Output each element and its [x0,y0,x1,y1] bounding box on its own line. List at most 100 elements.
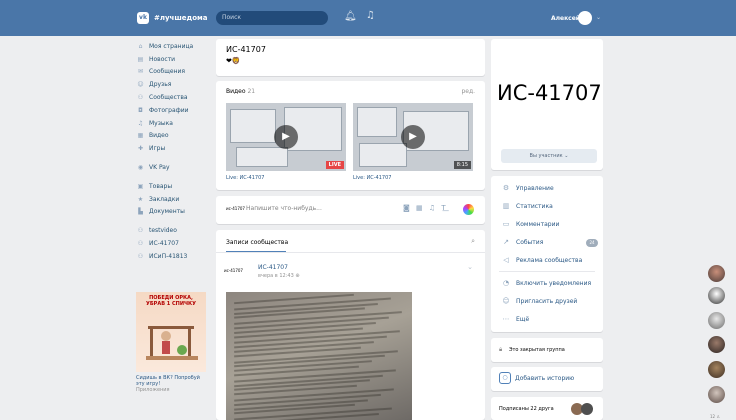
sidebar-item-label: Фотографии [149,106,189,114]
video-thumbnail[interactable]: ▶ LIVE [226,103,346,171]
favorite-avatar[interactable] [708,265,725,282]
group-menu-item[interactable]: ↗ События [501,238,543,246]
video-thumbnail[interactable]: ▶ 8:15 [353,103,473,171]
sidebar-item[interactable]: ⚇ ИСиП-41813 [136,250,216,263]
post-time[interactable]: вчера в 12:43 ⊕ [258,273,300,279]
bell-icon: ◔ [502,279,510,287]
group-menu-item[interactable]: ⋯ Ещё [501,315,530,323]
video-caption[interactable]: Live: ИС-41707 [353,175,391,181]
group-menu-item[interactable]: ▭ Комментарии [501,220,560,228]
ad-caption[interactable]: Сидишь в ВК? Попробуй эту игру! [136,375,206,387]
sidebar-item[interactable]: ⚇ testvideo [136,224,216,237]
member-button[interactable]: Вы участник ⌄ [501,149,597,163]
vk-logo[interactable]: vk [137,12,149,24]
sidebar-item[interactable]: ✉ Сообщения [136,66,216,79]
favorite-avatar[interactable] [708,287,725,304]
duration-badge: 8:15 [453,161,471,169]
add-story-button[interactable]: Добавить историю [515,375,574,382]
post-avatar[interactable]: ис-41707 [224,268,243,273]
ad-block[interactable]: ПОБЕДИ ОРКА, УБРАВ 1 СПИЧКУ Сидишь в ВК?… [136,292,206,393]
profile-avatar[interactable] [578,11,592,25]
post-photo[interactable] [226,292,412,420]
chevron-down-icon[interactable]: ⌄ [467,263,473,271]
subscribers-text[interactable]: Подписаны 22 друга [499,406,554,412]
invite-icon: ☺ [502,297,510,305]
group-icon: ⚇ [137,227,144,235]
sidebar-item[interactable]: ✚ Игры [136,142,216,155]
favorites-count-number: 12 [710,414,716,419]
group-header-card: ИС-41707 ❤🦁 [216,39,485,76]
chevron-down-icon[interactable]: ⌄ [596,14,601,21]
sidebar-item[interactable]: ⌂ Моя страница [136,40,216,53]
megaphone-icon: ◁ [503,256,509,264]
sidebar-item[interactable]: ◘ Фотографии [136,104,216,117]
favorite-avatar[interactable] [708,361,725,378]
sidebar-item-label: Новости [149,55,176,63]
sidebar-item[interactable]: ◉ VK Pay [136,161,216,174]
sidebar-item[interactable]: ▙ Документы [136,206,216,219]
group-menu-item[interactable]: ◔ Включить уведомления [501,279,591,287]
sidebar-item[interactable]: ⚇ ИС-41707 [136,237,216,250]
play-icon[interactable]: ▶ [274,125,298,149]
closed-group-text: Это закрытая группа [509,347,565,353]
group-menu-label: Включить уведомления [516,279,592,287]
sidebar-item-label: Моя страница [149,42,194,50]
search-input[interactable]: Поиск [216,11,328,25]
sidebar-item[interactable]: ▤ Новости [136,53,216,66]
search-icon[interactable]: ⌕ [471,237,475,246]
friend-avatar[interactable] [581,403,593,415]
tab-community-posts[interactable]: Записи сообщества [226,239,288,246]
sidebar-item-label: VK Pay [149,164,170,172]
sidebar-item-label: Друзья [149,81,172,89]
sidebar-item[interactable]: ⚇ Сообщества [136,91,216,104]
sidebar-item-label: Закладки [149,195,180,203]
favorite-avatar[interactable] [708,336,725,353]
hashtag-label[interactable]: #лучшедома [154,14,207,22]
vkpay-icon: ◉ [137,164,144,172]
sidebar-item[interactable]: ☺ Друзья [136,78,216,91]
group-menu-label: Пригласить друзей [516,297,578,305]
compose-card: ис-41707 Напишите что-нибудь... ◙ ▦ ♫ T͟ [216,196,485,224]
sidebar-item[interactable]: ★ Закладки [136,193,216,206]
color-picker-icon[interactable] [463,204,474,215]
ad-image[interactable]: ПОБЕДИ ОРКА, УБРАВ 1 СПИЧКУ [136,292,206,372]
games-icon: ✚ [137,145,144,153]
favorite-avatar[interactable] [708,386,725,403]
subscribers-card[interactable]: Подписаны 22 друга [491,397,603,420]
videos-title[interactable]: Видео 21 [226,88,255,95]
group-menu-item[interactable]: ⚙ Управление [501,184,554,192]
lock-icon: 🔒︎ [499,346,503,353]
profile-name[interactable]: Алексей [551,15,580,22]
post-author[interactable]: ИС-41707 [258,264,288,271]
documents-icon: ▙ [138,208,143,216]
videos-title-label: Видео [226,88,246,95]
group-menu-item[interactable]: ☺ Пригласить друзей [501,297,577,305]
sidebar-item[interactable]: ▦ Видео [136,130,216,143]
favorites-count[interactable]: 12 ♙ [710,414,720,419]
cover-title: ИС-41707 [497,81,602,105]
bell-icon[interactable]: 🔔︎ [344,11,357,22]
sidebar-item-label: ИС-41707 [149,240,179,248]
group-menu-label: Статистика [516,202,553,210]
home-icon: ⌂ [138,42,143,50]
compose-attach-icons[interactable]: ◙ ▦ ♫ T͟ [403,204,448,212]
add-story-card[interactable]: ○ Добавить историю [491,367,603,391]
group-menu-item[interactable]: ▥ Статистика [501,202,553,210]
music-player-icon[interactable]: ♫ [366,10,375,21]
group-icon: ⚇ [137,252,144,260]
favorite-avatar[interactable] [708,312,725,329]
video-caption[interactable]: Live: ИС-41707 [226,175,264,181]
sidebar-item[interactable]: ▣ Товары [136,180,216,193]
group-menu-item[interactable]: ◁ Реклама сообщества [501,256,582,264]
videos-edit-link[interactable]: ред. [461,88,475,95]
play-icon[interactable]: ▶ [401,125,425,149]
sidebar-item-label: Сообщения [149,68,186,76]
group-menu-label: Управление [516,184,554,192]
sidebar-item[interactable]: ♫ Музыка [136,117,216,130]
news-icon: ▤ [137,55,144,63]
compose-input[interactable]: Напишите что-нибудь... [246,205,322,212]
thumb-window [359,143,407,167]
ad-illustration [146,326,198,360]
sidebar-item-label: Игры [149,145,166,153]
left-sidebar: ⌂ Моя страница ▤ Новости ✉ Сообщения ☺ Друзья ⚇ С… [136,40,216,263]
